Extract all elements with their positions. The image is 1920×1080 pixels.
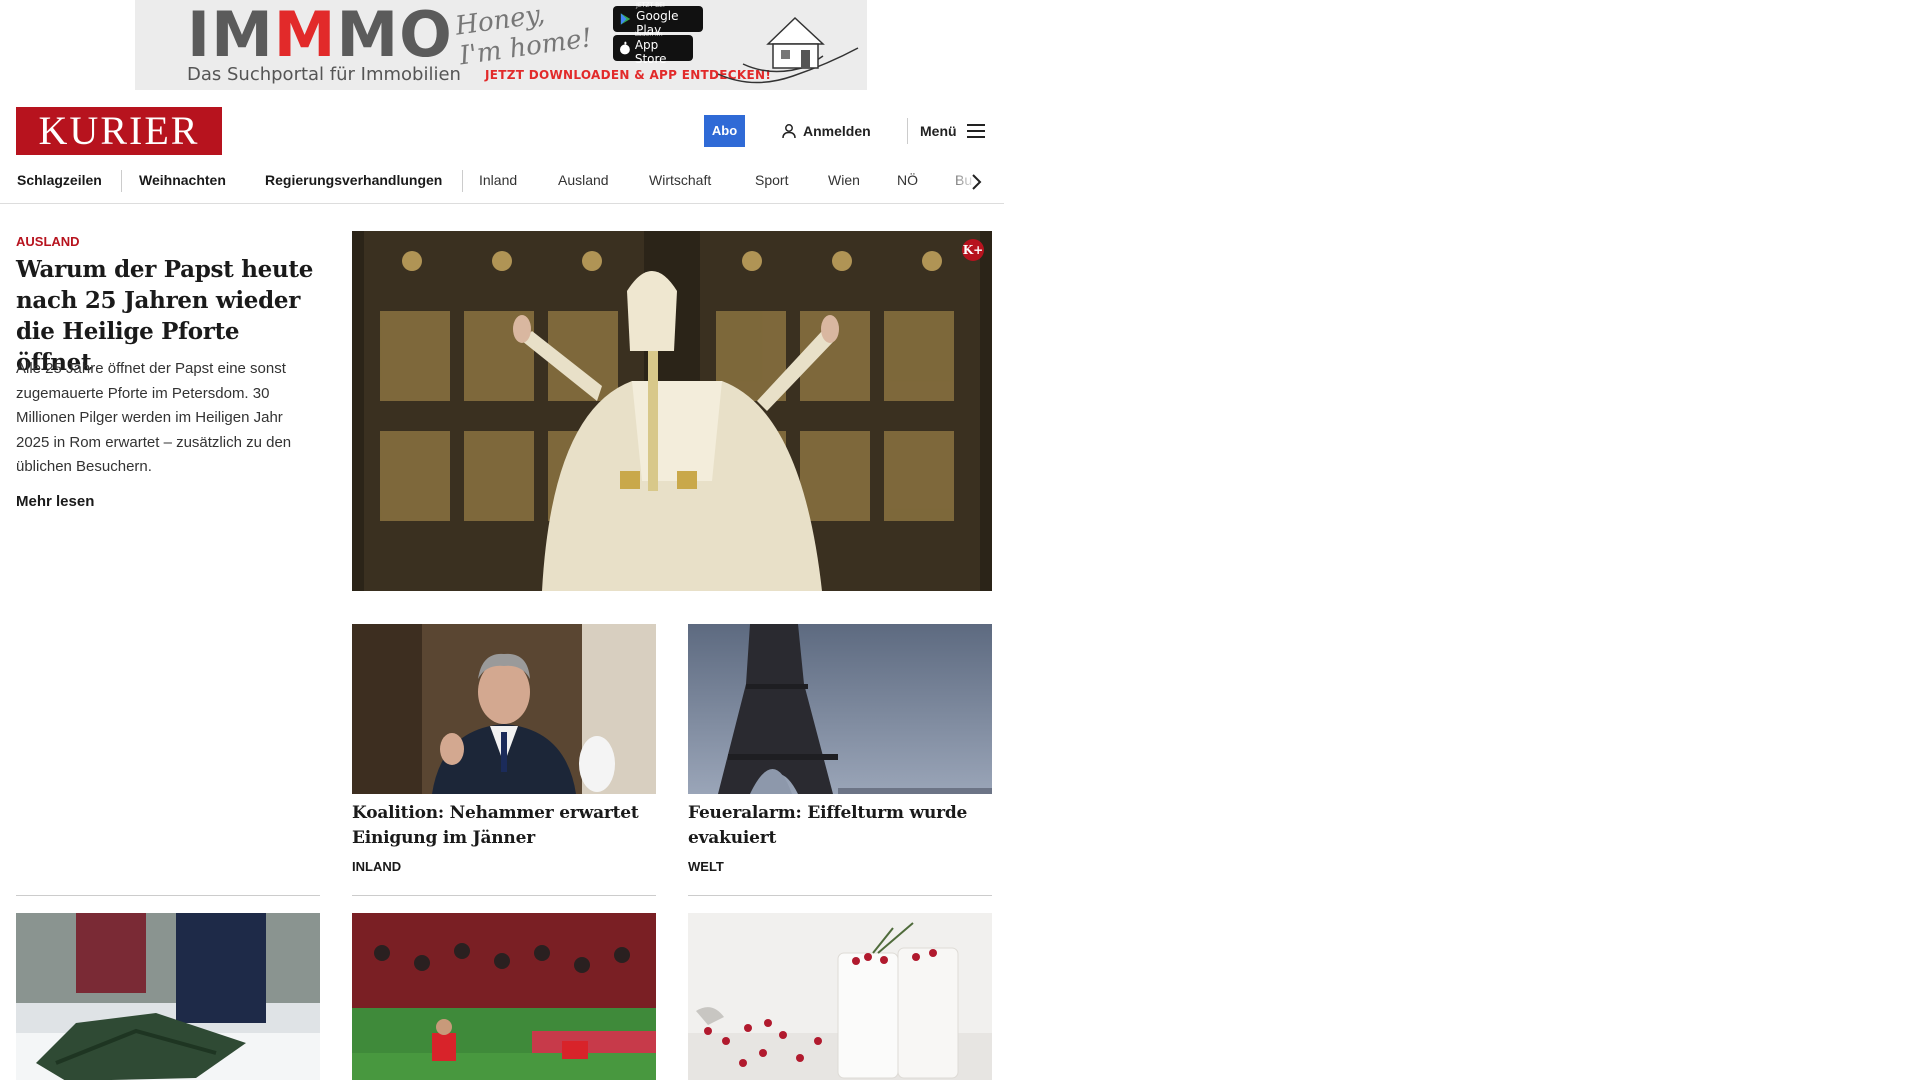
- header-divider: [907, 118, 908, 144]
- nav-item-regierungsverhandlungen[interactable]: Regierungsverhandlungen: [265, 172, 442, 188]
- chevron-right-icon[interactable]: [969, 172, 985, 192]
- nehammer-photo: [352, 624, 656, 794]
- eiffel-tower-photo: [688, 624, 992, 794]
- login-button[interactable]: Anmelden: [781, 119, 871, 143]
- article-image-eiffel[interactable]: [688, 624, 992, 794]
- nav-item-ausland[interactable]: Ausland: [558, 172, 609, 188]
- lead-category[interactable]: AUSLAND: [16, 234, 80, 249]
- kurier-logo[interactable]: KURIER: [16, 107, 222, 155]
- ad-tagline: Das Suchportal für Immobilien: [187, 64, 461, 85]
- row-divider: [16, 895, 320, 896]
- kplus-premium-badge: K+: [962, 239, 984, 261]
- lead-teaser: Alle 25 Jahre öffnet der Papst eine sons…: [16, 360, 292, 475]
- pope-at-holy-door-photo: [352, 231, 992, 591]
- login-label: Anmelden: [803, 123, 871, 139]
- menu-button[interactable]: Menü: [920, 119, 985, 143]
- lead-image-pope-holy-door[interactable]: K+: [352, 231, 992, 591]
- nav-separator: [462, 170, 463, 192]
- menu-label: Menü: [920, 123, 957, 139]
- article-category-inland[interactable]: INLAND: [352, 859, 401, 874]
- nav-item-weihnachten[interactable]: Weihnachten: [139, 172, 226, 188]
- hamburger-icon: [966, 124, 985, 138]
- row-divider: [688, 895, 992, 896]
- google-play-icon: [620, 13, 631, 25]
- abo-button[interactable]: Abo: [704, 115, 745, 147]
- article-image-football[interactable]: [352, 913, 656, 1080]
- article-title-eiffel[interactable]: Feueralarm: Eiffelturm wurde evakuiert: [688, 801, 992, 851]
- article-category-welt[interactable]: WELT: [688, 859, 724, 874]
- user-icon: [782, 124, 796, 139]
- app-store-badge[interactable]: Laden im App Store: [613, 31, 693, 65]
- nav-item-schlagzeilen[interactable]: Schlagzeilen: [17, 172, 102, 188]
- nav-item-noe[interactable]: NÖ: [897, 172, 918, 188]
- article-image-christmas-tree[interactable]: [16, 913, 320, 1080]
- main-navigation: Schlagzeilen Weihnachten Regierungsverha…: [0, 162, 1004, 204]
- nav-item-inland[interactable]: Inland: [479, 172, 517, 188]
- row-divider: [352, 895, 656, 896]
- nav-separator: [121, 170, 122, 192]
- article-image-drinks[interactable]: [688, 913, 992, 1080]
- nav-item-wien[interactable]: Wien: [828, 172, 860, 188]
- nav-item-wirtschaft[interactable]: Wirtschaft: [649, 172, 711, 188]
- christmas-tree-snow-photo: [16, 913, 320, 1080]
- ad-script-text: Honey, I'm home!: [453, 0, 594, 72]
- article-image-nehammer[interactable]: [352, 624, 656, 794]
- football-match-photo: [352, 913, 656, 1080]
- advertisement-banner[interactable]: IMMMO Das Suchportal für Immobilien Hone…: [135, 0, 867, 90]
- apple-icon: [619, 41, 630, 55]
- article-title-nehammer[interactable]: Koalition: Nehammer erwartet Ei­nigung i…: [352, 801, 656, 851]
- ad-logo: IMMMO: [187, 0, 453, 71]
- house-in-hand-illustration: [717, 16, 859, 84]
- cranberry-drinks-photo: [688, 913, 992, 1080]
- read-more-link[interactable]: Mehr lesen: [16, 493, 94, 510]
- nav-item-sport[interactable]: Sport: [755, 172, 788, 188]
- google-play-badge[interactable]: JETZT BEI Google Play: [613, 2, 703, 36]
